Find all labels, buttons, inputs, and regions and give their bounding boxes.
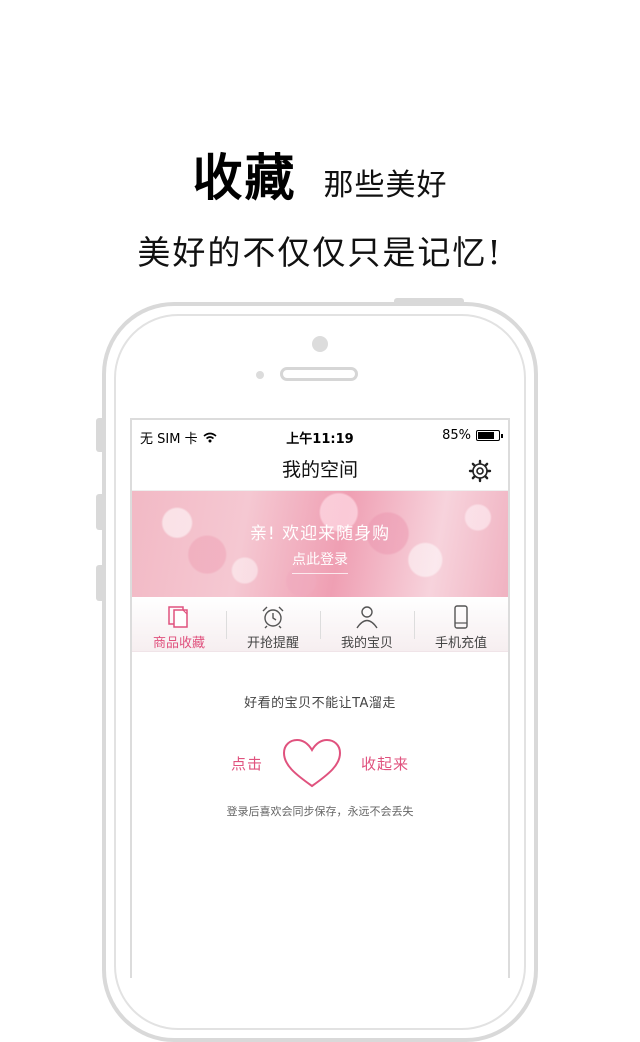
gear-icon[interactable] xyxy=(468,459,492,483)
collect-row: 点击 收起来 xyxy=(132,737,508,789)
empty-note: 登录后喜欢会同步保存，永远不会丢失 xyxy=(226,805,414,818)
promo-title-sub: 那些美好 xyxy=(323,168,448,203)
promo-headline: 收藏 那些美好 xyxy=(0,138,640,210)
documents-icon xyxy=(168,606,188,628)
tab-label: 我的宝贝 xyxy=(340,636,393,651)
earpiece-speaker xyxy=(280,367,358,381)
empty-hint: 好看的宝贝不能让TA溜走 xyxy=(244,696,396,711)
welcome-banner: 亲! 欢迎来随身购 点此登录 xyxy=(132,491,508,597)
battery-level xyxy=(478,432,494,439)
tab-my-items[interactable]: 我的宝贝 xyxy=(320,597,414,651)
person-icon xyxy=(356,606,378,629)
promo-title-main: 收藏 xyxy=(192,149,297,207)
tab-favorites[interactable]: 商品收藏 xyxy=(132,597,226,651)
alarm-clock-icon xyxy=(262,606,284,629)
phone-icon xyxy=(454,605,468,629)
feature-tabs: 商品收藏 开抢提醒 我的宝贝 手机充值 xyxy=(132,597,508,652)
nav-bar: 我的空间 xyxy=(132,450,508,491)
tab-phone-recharge[interactable]: 手机充值 xyxy=(414,597,508,651)
tab-label: 开抢提醒 xyxy=(246,636,299,651)
status-bar: 无 SIM 卡 上午11:19 85% xyxy=(132,420,508,450)
login-link[interactable]: 点此登录 xyxy=(292,549,348,574)
tab-label: 商品收藏 xyxy=(152,636,205,651)
collect-left-text: 点击 xyxy=(230,754,263,773)
tab-label: 手机充值 xyxy=(434,636,487,651)
collect-right-text: 收起来 xyxy=(361,754,410,773)
battery-icon xyxy=(476,430,503,441)
promo-tagline: 美好的不仅仅只是记忆! xyxy=(137,233,503,272)
banner-greeting: 亲! 欢迎来随身购 xyxy=(249,524,391,544)
status-right: 85% xyxy=(442,428,503,443)
page-title: 我的空间 xyxy=(281,459,358,481)
tab-reminders[interactable]: 开抢提醒 xyxy=(226,597,320,651)
proximity-sensor xyxy=(256,371,264,379)
heart-icon[interactable] xyxy=(281,737,343,789)
front-camera xyxy=(312,336,328,352)
battery-percent: 85% xyxy=(442,428,471,443)
empty-state: 好看的宝贝不能让TA溜走 点击 收起来 登录后喜欢会同步保存，永远不会丢失 xyxy=(132,692,508,819)
app-screen: 无 SIM 卡 上午11:19 85% 我的空间 亲! 欢迎来随身购 点此登录 … xyxy=(130,418,510,978)
